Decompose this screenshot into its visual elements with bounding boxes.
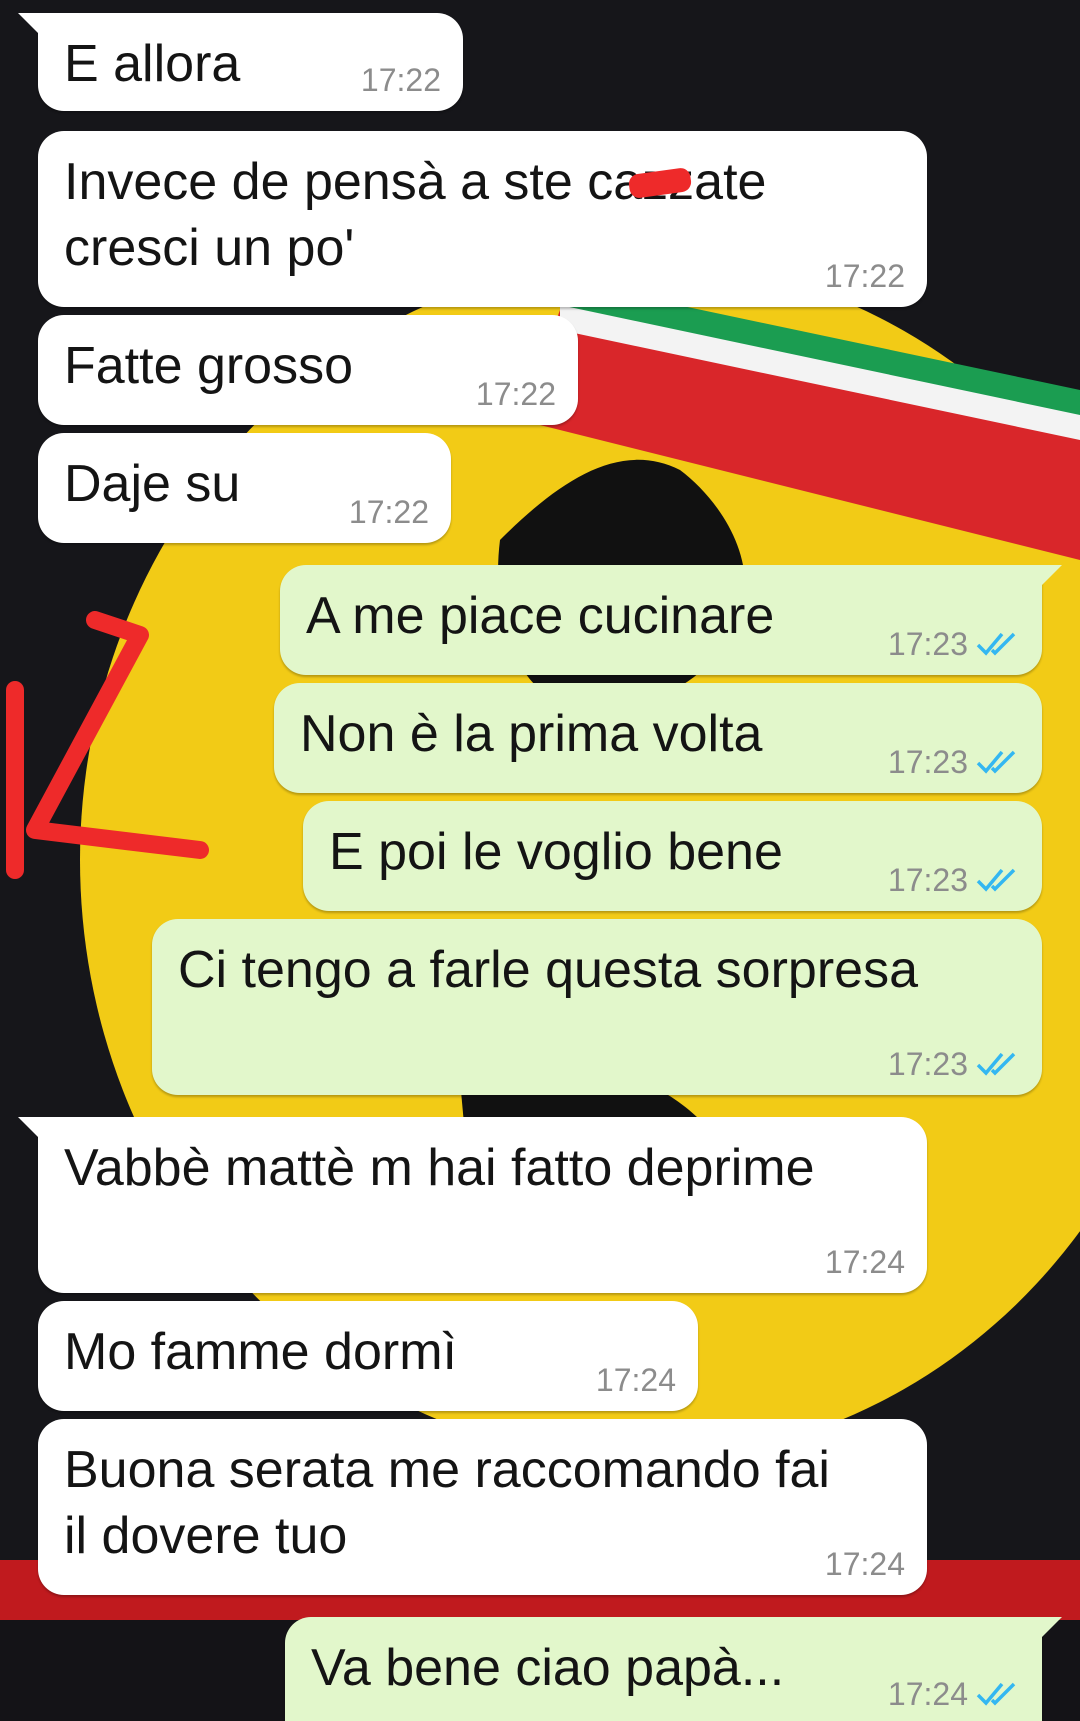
message-time: 17:24	[824, 1244, 905, 1280]
message-meta: 17:22	[825, 259, 905, 293]
message-meta: 17:23	[888, 863, 1020, 897]
read-double-check-icon	[976, 750, 1016, 774]
message-outgoing[interactable]: E poi le voglio bene 17:23	[303, 801, 1042, 911]
message-incoming[interactable]: E allora 17:22	[18, 13, 463, 111]
message-time: 17:22	[824, 258, 905, 294]
message-time: 17:22	[475, 376, 556, 412]
message-incoming[interactable]: Buona serata me raccomando fai il dovere…	[38, 1419, 927, 1595]
message-incoming[interactable]: Daje su 17:22	[38, 433, 451, 543]
message-text: Buona serata me raccomando fai il dovere…	[64, 1441, 830, 1565]
message-incoming[interactable]: Fatte grosso 17:22	[38, 315, 578, 425]
message-time: 17:23	[887, 862, 968, 898]
message-meta: 17:23	[888, 745, 1020, 779]
message-time: 17:24	[824, 1546, 905, 1582]
message-meta: 17:23	[888, 627, 1020, 661]
message-text: Ci tengo a farle questa sorpresa	[178, 941, 918, 999]
message-meta: 17:24	[825, 1547, 905, 1581]
read-double-check-icon	[976, 1052, 1016, 1076]
red-annotation-scribble	[6, 611, 209, 879]
message-meta: 17:24	[888, 1677, 1020, 1711]
message-time: 17:24	[887, 1676, 968, 1712]
message-time: 17:23	[887, 1046, 968, 1082]
read-double-check-icon	[976, 1682, 1016, 1706]
message-outgoing[interactable]: Ci tengo a farle questa sorpresa 17:23	[152, 919, 1042, 1095]
message-time: 17:23	[887, 626, 968, 662]
message-incoming[interactable]: Invece de pensà a ste cazzate cresci un …	[38, 131, 927, 307]
message-incoming[interactable]: Mo famme dormì 17:24	[38, 1301, 698, 1411]
message-meta: 17:24	[825, 1245, 905, 1279]
message-meta: 17:22	[361, 63, 441, 97]
message-time: 17:22	[360, 62, 441, 98]
message-time: 17:22	[348, 494, 429, 530]
message-meta: 17:22	[476, 377, 556, 411]
message-outgoing[interactable]: Va bene ciao papà... 17:24	[285, 1617, 1062, 1721]
message-meta: 17:22	[349, 495, 429, 529]
read-double-check-icon	[976, 868, 1016, 892]
message-meta: 17:24	[596, 1363, 676, 1397]
message-text: Mo famme dormì	[64, 1323, 457, 1381]
message-text: Invece de pensà a ste cazzate cresci un …	[64, 153, 766, 277]
message-time: 17:24	[595, 1362, 676, 1398]
read-double-check-icon	[976, 632, 1016, 656]
message-incoming[interactable]: Vabbè mattè m hai fatto deprime 17:24	[18, 1117, 927, 1293]
message-meta: 17:23	[888, 1047, 1020, 1081]
message-text: Vabbè mattè m hai fatto deprime	[64, 1139, 815, 1197]
message-time: 17:23	[887, 744, 968, 780]
message-outgoing[interactable]: A me piace cucinare 17:23	[280, 565, 1062, 675]
message-outgoing[interactable]: Non è la prima volta 17:23	[274, 683, 1042, 793]
